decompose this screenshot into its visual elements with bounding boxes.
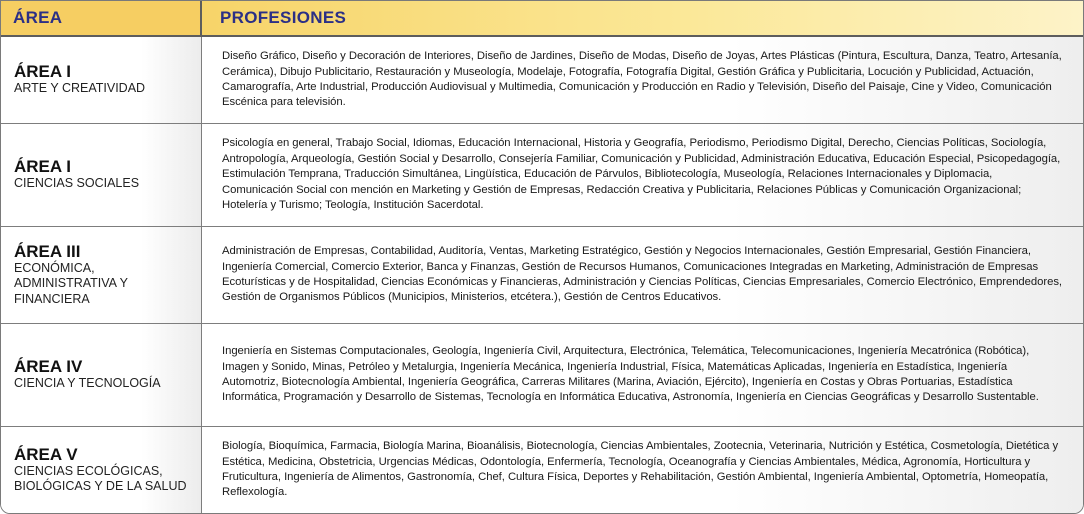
table-row: ÁREA I CIENCIAS SOCIALES Psicología en g…: [1, 124, 1083, 227]
profesiones-text: Psicología en general, Trabajo Social, I…: [222, 137, 1061, 212]
area-subtitle: ARTE Y CREATIVIDAD: [14, 81, 146, 96]
profesiones-cell: Diseño Gráfico, Diseño y Decoración de I…: [202, 37, 1083, 123]
area-cell: ÁREA IV CIENCIA Y TECNOLOGÍA: [1, 324, 202, 426]
table-header: ÁREA PROFESIONES: [1, 1, 1083, 37]
area-subtitle: ECONÓMICA, ADMINISTRATIVA Y FINANCIERA: [14, 260, 128, 306]
area-title: ÁREA I: [14, 62, 71, 82]
area-title: ÁREA V: [14, 444, 78, 464]
profesiones-cell: Ingeniería en Sistemas Computacionales, …: [202, 324, 1083, 426]
profesiones-text: Administración de Empresas, Contabilidad…: [222, 245, 1063, 304]
profesiones-cell: Psicología en general, Trabajo Social, I…: [202, 124, 1083, 226]
professions-table: ÁREA PROFESIONES ÁREA I ARTE Y CREATIVID…: [0, 0, 1084, 514]
profesiones-text: Diseño Gráfico, Diseño y Decoración de I…: [222, 50, 1062, 109]
profesiones-cell: Biología, Bioquímica, Farmacia, Biología…: [202, 427, 1083, 513]
area-cell: ÁREA III ECONÓMICA, ADMINISTRATIVA Y FIN…: [1, 227, 202, 323]
profesiones-text: Biología, Bioquímica, Farmacia, Biología…: [222, 440, 1059, 499]
area-title: ÁREA I: [14, 157, 71, 177]
profesiones-text: Ingeniería en Sistemas Computacionales, …: [222, 345, 1039, 404]
area-cell: ÁREA I ARTE Y CREATIVIDAD: [1, 37, 202, 123]
area-column-header: ÁREA: [1, 1, 202, 35]
profesiones-column-header: PROFESIONES: [202, 1, 1083, 35]
table-row: ÁREA I ARTE Y CREATIVIDAD Diseño Gráfico…: [1, 37, 1083, 124]
table-row: ÁREA IV CIENCIA Y TECNOLOGÍA Ingeniería …: [1, 324, 1083, 427]
table-row: ÁREA III ECONÓMICA, ADMINISTRATIVA Y FIN…: [1, 227, 1083, 324]
area-title: ÁREA IV: [14, 357, 83, 377]
profesiones-cell: Administración de Empresas, Contabilidad…: [202, 227, 1083, 323]
table-row: ÁREA V CIENCIAS ECOLÓGICAS, BIOLÓGICAS Y…: [1, 427, 1083, 513]
area-cell: ÁREA I CIENCIAS SOCIALES: [1, 124, 202, 226]
area-header-label: ÁREA: [13, 8, 63, 27]
area-subtitle: CIENCIAS ECOLÓGICAS, BIOLÓGICAS Y DE LA …: [14, 463, 187, 494]
area-title: ÁREA III: [14, 241, 81, 261]
profesiones-header-label: PROFESIONES: [220, 8, 347, 27]
area-subtitle: CIENCIA Y TECNOLOGÍA: [14, 376, 161, 391]
area-cell: ÁREA V CIENCIAS ECOLÓGICAS, BIOLÓGICAS Y…: [1, 427, 202, 513]
area-subtitle: CIENCIAS SOCIALES: [14, 176, 140, 191]
